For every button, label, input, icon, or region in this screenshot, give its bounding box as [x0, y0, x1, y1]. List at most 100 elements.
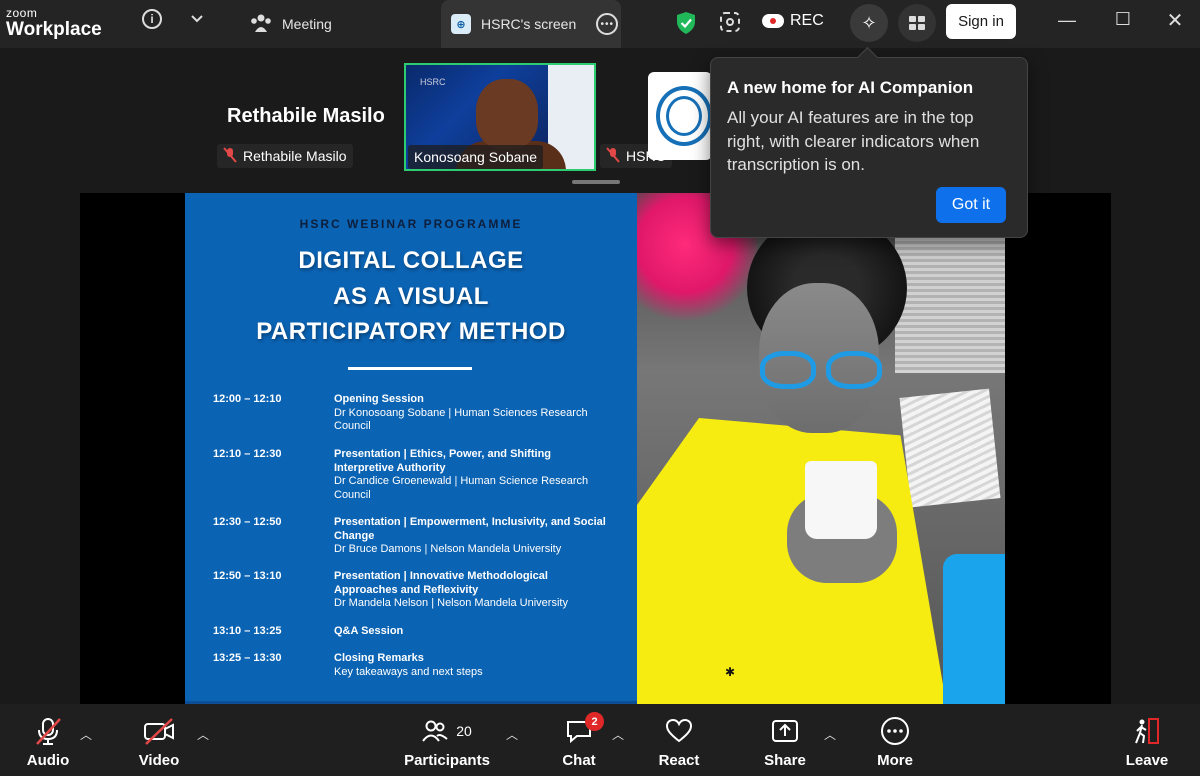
share-up-icon	[749, 716, 821, 746]
chat-unread-badge: 2	[585, 712, 604, 731]
chevron-down-icon[interactable]	[188, 10, 206, 28]
heart-icon	[643, 716, 715, 746]
minimize-icon[interactable]: —	[1052, 10, 1082, 31]
audio-options-caret[interactable]: ︿	[80, 726, 92, 743]
slide-photo-collage	[637, 193, 1005, 704]
featured-participant-name: Rethabile Masilo	[227, 105, 385, 127]
participants-count: 20	[456, 723, 472, 739]
rec-label: REC	[790, 12, 824, 29]
agenda-title: Presentation | Empowerment, Inclusivity,…	[334, 516, 606, 542]
leave-icon	[1111, 716, 1183, 746]
leave-button[interactable]: Leave	[1111, 716, 1183, 769]
mic-off-icon	[12, 716, 84, 746]
participants-label: Participants	[404, 752, 490, 769]
got-it-button[interactable]: Got it	[936, 187, 1006, 223]
sign-in-button[interactable]: Sign in	[946, 4, 1016, 39]
slide-title-line: DIGITAL COLLAGE	[298, 247, 524, 274]
ai-sparkle-icon: ✧	[861, 12, 877, 33]
slide-title-line: AS A VISUAL	[333, 283, 489, 310]
tab-shared-screen[interactable]: ⊕ HSRC's screen •••	[441, 0, 621, 48]
collage-newspaper-scrap	[899, 388, 1001, 508]
brand-top: zoom	[6, 6, 38, 20]
ai-companion-tooltip: A new home for AI Companion All your AI …	[710, 57, 1028, 238]
title-bar: zoom Workplace i Meeting ⊕ HSRC's screen…	[0, 0, 1200, 48]
participant-label: Konosoang Sobane	[408, 145, 543, 169]
audio-button[interactable]: Audio	[12, 716, 84, 769]
mic-off-icon	[606, 146, 620, 166]
video-tile-logo: HSRC	[420, 77, 446, 87]
more-dots-icon[interactable]: •••	[596, 13, 619, 35]
zoom-window: zoom Workplace i Meeting ⊕ HSRC's screen…	[0, 0, 1200, 776]
participants-button[interactable]: 20 Participants	[404, 716, 490, 769]
chat-options-caret[interactable]: ︿	[612, 726, 624, 743]
agenda-title: Opening Session	[334, 393, 424, 405]
chat-button[interactable]: 2 Chat	[543, 712, 615, 769]
video-options-caret[interactable]: ︿	[197, 726, 209, 743]
agenda-time: 13:25 – 13:30	[213, 652, 282, 664]
strip-resize-handle[interactable]	[572, 180, 620, 184]
tooltip-body: All your AI features are in the top righ…	[727, 108, 980, 174]
collage-blue-glasses	[752, 351, 888, 391]
tab-screen-label: HSRC's screen	[481, 16, 577, 32]
apps-sharing-icon[interactable]	[720, 12, 740, 32]
info-icon[interactable]: i	[142, 9, 162, 29]
video-label: Video	[138, 752, 180, 769]
brand-bottom: Workplace	[6, 19, 102, 40]
react-label: React	[658, 752, 700, 769]
zoom-logo: zoom Workplace	[6, 7, 102, 39]
speaker-face	[476, 79, 538, 149]
agenda-time: 12:00 – 12:10	[213, 393, 282, 405]
agenda-desc: Dr Bruce Damons | Nelson Mandela Univers…	[334, 543, 562, 556]
collage-coffee-cup	[805, 461, 877, 539]
participant-label: Rethabile Masilo	[217, 144, 353, 168]
share-options-caret[interactable]: ︿	[824, 726, 836, 743]
close-icon[interactable]: ✕	[1160, 8, 1190, 33]
participants-icon	[250, 13, 272, 36]
hsrc-avatar-tile[interactable]	[648, 72, 712, 160]
agenda-time: 13:10 – 13:25	[213, 625, 282, 637]
maximize-icon[interactable]: ☐	[1108, 9, 1138, 30]
shield-icon[interactable]	[676, 11, 696, 35]
apps-icon	[909, 16, 925, 30]
video-button[interactable]: Video	[123, 716, 195, 769]
mouse-cursor-icon: ✱	[725, 665, 736, 679]
agenda-desc: Dr Candice Groenewald | Human Science Re…	[334, 475, 589, 501]
agenda-time: 12:10 – 12:30	[213, 448, 282, 460]
tooltip-title: A new home for AI Companion	[727, 78, 974, 97]
participants-icon: 20	[404, 716, 490, 746]
agenda-desc: Key takeaways and next steps	[334, 665, 483, 678]
audio-label: Audio	[26, 752, 70, 769]
chat-icon	[543, 716, 615, 746]
more-dots-icon	[859, 716, 931, 746]
tab-meeting[interactable]: Meeting	[246, 0, 426, 48]
apps-button[interactable]	[898, 4, 936, 42]
participant-label-text: Konosoang Sobane	[414, 149, 537, 165]
slide-programme-heading: HSRC WEBINAR PROGRAMME	[299, 217, 523, 231]
react-button[interactable]: React	[643, 716, 715, 769]
agenda-title: Presentation | Innovative Methodological…	[334, 570, 548, 596]
leave-label: Leave	[1125, 752, 1169, 769]
video-off-icon	[123, 716, 195, 746]
agenda-desc: Dr Mandela Nelson | Nelson Mandela Unive…	[334, 597, 568, 610]
collage-newspaper	[895, 233, 1005, 373]
agenda-title: Q&A Session	[334, 625, 404, 637]
hsrc-logo-inner	[666, 96, 702, 136]
agenda-title: Presentation | Ethics, Power, and Shifti…	[334, 448, 552, 474]
collage-blue-corner	[943, 554, 1005, 704]
chat-label: Chat	[562, 752, 596, 769]
mic-off-icon	[223, 146, 237, 166]
hsrc-logo-icon: ⊕	[451, 14, 471, 34]
agenda-title: Closing Remarks	[334, 652, 424, 664]
agenda-time: 12:30 – 12:50	[213, 516, 282, 528]
record-button[interactable]: REC	[762, 12, 824, 30]
ai-companion-button[interactable]: ✧	[850, 4, 888, 42]
slide-title-line: PARTICIPATORY METHOD	[256, 318, 566, 345]
active-speaker-video-tile[interactable]: HSRC Konosoang Sobane	[404, 63, 596, 171]
share-button[interactable]: Share	[749, 716, 821, 769]
participants-options-caret[interactable]: ︿	[506, 726, 518, 743]
more-button[interactable]: More	[859, 716, 931, 769]
cloud-record-icon	[762, 14, 784, 28]
participant-label-text: Rethabile Masilo	[243, 148, 347, 164]
more-label: More	[877, 752, 913, 769]
slide-title-divider	[348, 367, 472, 370]
